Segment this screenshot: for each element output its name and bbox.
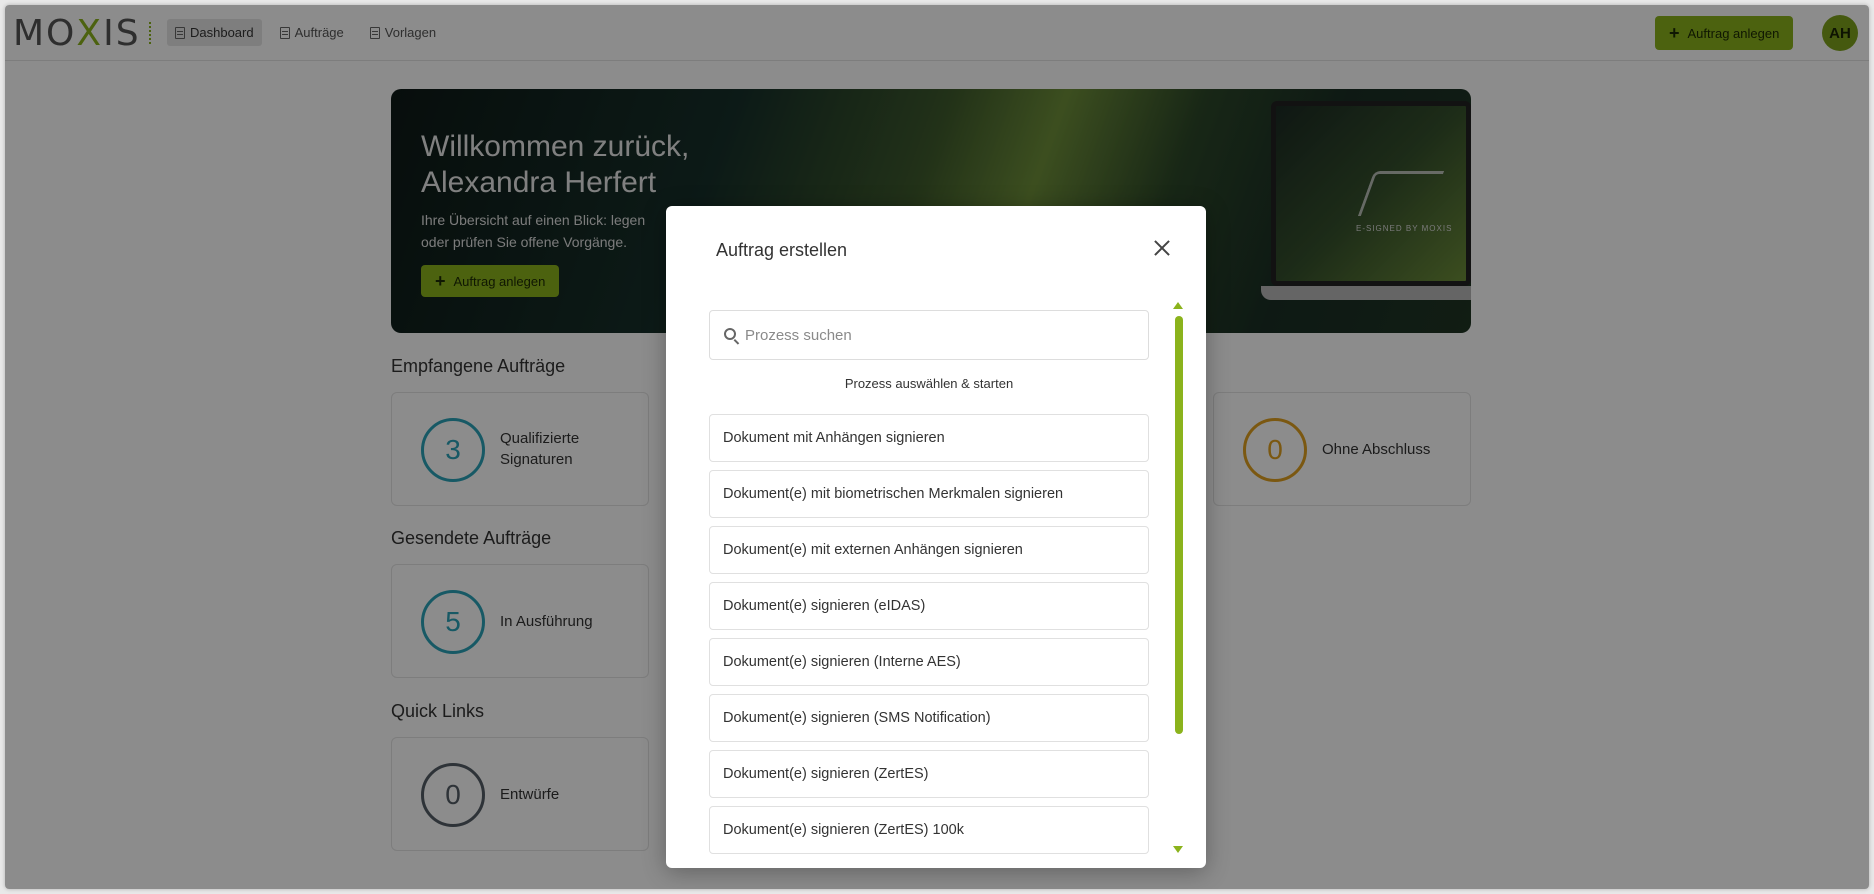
modal-title: Auftrag erstellen bbox=[716, 240, 848, 260]
process-search bbox=[709, 310, 1149, 360]
process-item[interactable]: Dokument(e) mit externen Anhängen signie… bbox=[709, 526, 1149, 574]
app-window: MO X IS Dashboard Aufträge Vorlagen + Auft… bbox=[5, 5, 1869, 889]
process-search-input[interactable] bbox=[745, 311, 1135, 359]
scroll-up-icon[interactable] bbox=[1173, 302, 1183, 309]
process-item[interactable]: Dokument(e) mit biometrischen Merkmalen … bbox=[709, 470, 1149, 518]
close-icon[interactable] bbox=[1154, 240, 1170, 256]
process-list: Dokument mit Anhängen signieren Dokument… bbox=[709, 414, 1149, 862]
process-item[interactable]: Dokument(e) signieren (ZertES) 100k bbox=[709, 806, 1149, 854]
process-item[interactable]: Dokument(e) signieren (SMS Notification) bbox=[709, 694, 1149, 742]
process-item[interactable]: Dokument(e) signieren (ZertES) bbox=[709, 750, 1149, 798]
process-item[interactable]: Dokument(e) signieren (eIDAS) bbox=[709, 582, 1149, 630]
process-item[interactable]: Dokument mit Anhängen signieren bbox=[709, 414, 1149, 462]
process-item[interactable]: Dokument(e) signieren (Interne AES) bbox=[709, 638, 1149, 686]
select-process-hint: Prozess auswählen & starten bbox=[844, 376, 1014, 391]
scrollbar-thumb[interactable] bbox=[1175, 316, 1183, 734]
search-icon bbox=[724, 328, 736, 340]
scroll-down-icon[interactable] bbox=[1173, 846, 1183, 853]
create-order-modal: Auftrag erstellen Prozess auswählen & st… bbox=[666, 206, 1206, 868]
